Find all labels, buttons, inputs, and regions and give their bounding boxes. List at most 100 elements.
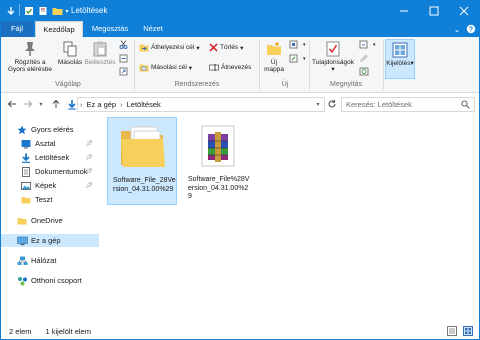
breadcrumb-downloads[interactable]: Letöltések (127, 100, 161, 109)
chevron-down-icon[interactable]: ⌄ (451, 23, 463, 35)
tab-view[interactable]: Nézet (137, 21, 169, 37)
refresh-icon[interactable] (325, 97, 339, 111)
paste-shortcut-icon[interactable] (119, 67, 128, 76)
nav-pictures[interactable]: Képek 📌︎ (1, 179, 99, 192)
minimize-button[interactable] (389, 1, 419, 21)
group-label-organize: Rendszerezés (174, 81, 220, 88)
file-item[interactable]: Software_File%28Version_04.31.00%29 (183, 117, 253, 205)
search-input[interactable]: Keresés: Letöltések (341, 97, 475, 112)
copy-to-button[interactable]: Másolási cél ▾ (139, 63, 192, 72)
nav-label: Ez a gép (31, 236, 61, 245)
title-bar: ▾ Letöltések (1, 1, 479, 21)
up-arrow-icon[interactable] (49, 97, 63, 111)
move-to-icon (139, 44, 149, 52)
rename-button[interactable]: Átnevezés (209, 63, 251, 72)
dropdown-arrow-icon: ▾ (303, 55, 306, 62)
tab-file[interactable]: Fájl (1, 21, 33, 37)
nav-label: Képek (35, 181, 57, 190)
search-placeholder: Keresés: Letöltések (346, 100, 412, 109)
pin-icon[interactable]: 📌︎ (85, 154, 93, 161)
new-folder-icon (263, 41, 285, 59)
pin-icon[interactable]: 📌︎ (85, 168, 93, 175)
address-bar[interactable]: › Ez a gép › Letöltések (77, 97, 325, 112)
details-view-icon[interactable] (447, 326, 457, 338)
ribbon-tab-bar: Fájl Kezdőlap Megosztás Nézet ⌄ ? (1, 21, 479, 37)
nav-downloads[interactable]: Letöltések 📌︎ (1, 151, 99, 164)
paste-button[interactable]: Beillesztés (83, 41, 117, 66)
ribbon: Rögzítés a Gyors elérésbe Másolás Beille… (1, 37, 479, 93)
file-name: Software_File%28Version_04.31.00%29 (188, 176, 250, 200)
nav-desktop[interactable]: Asztal 📌︎ (1, 137, 99, 150)
nav-label: Gyors elérés (31, 125, 74, 134)
easy-access-icon[interactable]: ▾ (289, 54, 306, 63)
nav-this-pc[interactable]: Ez a gép (1, 234, 99, 247)
qa-separator (19, 4, 20, 16)
copy-to-label: Másolási cél (151, 64, 187, 71)
customize-arrow-icon[interactable]: ▾ (63, 4, 71, 18)
delete-button[interactable]: Törlés ▾ (209, 43, 243, 52)
address-dropdown-icon[interactable]: ▾ (313, 97, 323, 111)
select-button[interactable]: Kijelölés▾ (385, 39, 415, 79)
nav-homegroup[interactable]: Otthoni csoport (1, 274, 99, 287)
window-title: Letöltések (71, 6, 108, 15)
folder-icon (21, 196, 31, 203)
pictures-icon (21, 181, 31, 190)
rename-label: Átnevezés (221, 64, 252, 71)
new-folder-icon[interactable] (51, 4, 63, 18)
copy-button[interactable]: Másolás (57, 41, 83, 66)
maximize-button[interactable] (419, 1, 449, 21)
chevron-right-icon: › (80, 100, 83, 109)
open-icon[interactable]: ▾ (359, 40, 376, 49)
back-arrow-icon[interactable] (5, 97, 19, 111)
close-button[interactable] (449, 1, 479, 21)
winrar-archive-icon (201, 125, 235, 167)
search-icon (461, 100, 470, 111)
pin-icon[interactable]: 📌︎ (85, 140, 93, 147)
tab-home[interactable]: Kezdőlap (35, 21, 83, 37)
paste-icon (83, 41, 117, 59)
recent-locations-icon[interactable]: ▾ (37, 97, 45, 111)
breadcrumb-this-pc[interactable]: Ez a gép (87, 100, 117, 109)
copy-icon (57, 41, 83, 59)
new-item-icon[interactable]: ▾ (289, 40, 306, 49)
properties-icon[interactable] (37, 4, 49, 18)
computer-icon (17, 236, 28, 245)
properties-icon (311, 41, 355, 59)
properties-button[interactable]: Tulajdonságok ▾ (311, 41, 355, 73)
new-folder-label: Új mappa (264, 59, 284, 73)
nav-onedrive[interactable]: OneDrive (1, 214, 99, 227)
nav-documents[interactable]: Dokumentumok 📌︎ (1, 165, 99, 178)
pin-icon[interactable]: 📌︎ (85, 182, 93, 189)
new-folder-button[interactable]: Új mappa (263, 41, 285, 73)
dropdown-arrow-icon: ▾ (373, 41, 376, 48)
history-icon[interactable] (359, 67, 369, 76)
app-icon[interactable] (5, 4, 17, 18)
ribbon-separator (134, 40, 135, 90)
forward-arrow-icon[interactable] (21, 97, 35, 111)
nav-test-folder[interactable]: Teszt (1, 193, 99, 206)
cut-icon[interactable] (119, 40, 128, 49)
move-to-button[interactable]: Áthelyezési cél ▾ (139, 43, 200, 52)
tab-share[interactable]: Megosztás (85, 21, 135, 37)
large-icons-view-icon[interactable] (463, 326, 473, 338)
group-label-open: Megnyitás (330, 81, 362, 88)
nav-label: Hálózat (31, 256, 57, 265)
file-item[interactable]: Software_File_28Version_04.31.00%29 (107, 117, 177, 205)
copy-path-icon[interactable] (119, 54, 128, 63)
help-icon[interactable]: ? (465, 23, 477, 35)
nav-label: Otthoni csoport (31, 276, 82, 285)
copy-to-icon (139, 64, 149, 72)
nav-label: OneDrive (31, 216, 63, 225)
pin-to-quick-access-button[interactable]: Rögzítés a Gyors elérésbe (5, 41, 55, 73)
chevron-right-icon: › (120, 100, 123, 109)
folder-icon (17, 217, 27, 224)
nav-quick-access[interactable]: Gyors elérés (1, 123, 99, 136)
delete-label: Törlés (220, 44, 239, 51)
save-icon[interactable] (23, 4, 35, 18)
nav-network[interactable]: Hálózat (1, 254, 99, 267)
navigation-bar: ▾ › Ez a gép › Letöltések ▾ Keresés: Let… (1, 94, 479, 114)
nav-label: Letöltések (35, 153, 70, 162)
paste-label: Beillesztés (84, 59, 116, 66)
edit-icon[interactable] (359, 54, 369, 63)
status-bar: 2 elem 1 kijelölt elem (1, 323, 479, 339)
